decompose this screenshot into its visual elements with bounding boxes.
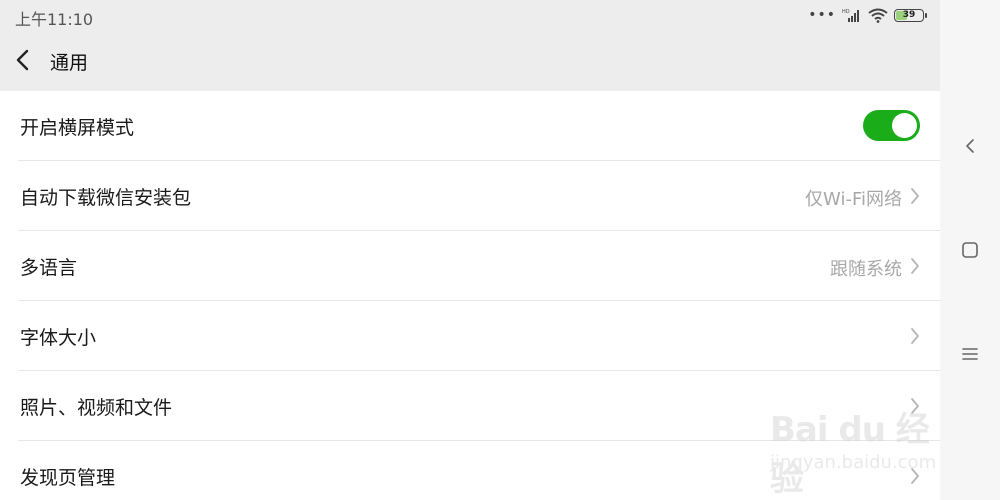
setting-value: 仅Wi-Fi网络 <box>805 189 902 210</box>
nav-home-icon[interactable] <box>958 238 982 262</box>
setting-font-size[interactable]: 字体大小 <box>18 301 940 371</box>
back-button[interactable] <box>8 44 40 76</box>
signal-icon: HD <box>842 9 859 22</box>
setting-label: 多语言 <box>20 257 78 279</box>
watermark-url: jingyan.baidu.com <box>770 452 937 473</box>
watermark-logo: Bai du 经验 <box>770 410 930 499</box>
setting-label: 照片、视频和文件 <box>20 397 173 419</box>
action-bar: 通用 <box>0 30 940 91</box>
chevron-right-icon <box>911 258 919 274</box>
landscape-toggle[interactable] <box>863 110 920 141</box>
status-icons: ••• HD 39 <box>808 7 927 23</box>
status-time: 上午11:10 <box>15 10 94 29</box>
toggle-knob <box>892 113 917 138</box>
setting-label: 发现页管理 <box>20 467 116 489</box>
chevron-right-icon <box>911 328 919 344</box>
nav-menu-icon[interactable] <box>958 342 982 366</box>
setting-label: 自动下载微信安装包 <box>20 187 192 209</box>
nav-back-icon[interactable] <box>958 134 982 158</box>
chevron-right-icon <box>911 188 919 204</box>
page-title: 通用 <box>50 52 89 74</box>
setting-label: 字体大小 <box>20 327 97 349</box>
wifi-icon <box>868 8 888 23</box>
baidu-watermark: Bai du 经验 jingyan.baidu.com <box>770 392 950 499</box>
setting-auto-download[interactable]: 自动下载微信安装包 仅Wi-Fi网络 <box>18 161 940 231</box>
setting-value: 跟随系统 <box>830 259 902 280</box>
network-type-label: HD <box>842 9 850 15</box>
chevron-left-icon <box>16 49 29 71</box>
battery-level: 39 <box>902 9 916 20</box>
setting-landscape-mode: 开启横屏模式 <box>18 91 940 161</box>
more-dots-icon: ••• <box>808 7 836 23</box>
status-bar: 上午11:10 ••• HD 39 <box>0 0 940 30</box>
setting-label: 开启横屏模式 <box>20 117 135 139</box>
battery-icon: 39 <box>894 8 927 22</box>
setting-language[interactable]: 多语言 跟随系统 <box>18 231 940 301</box>
